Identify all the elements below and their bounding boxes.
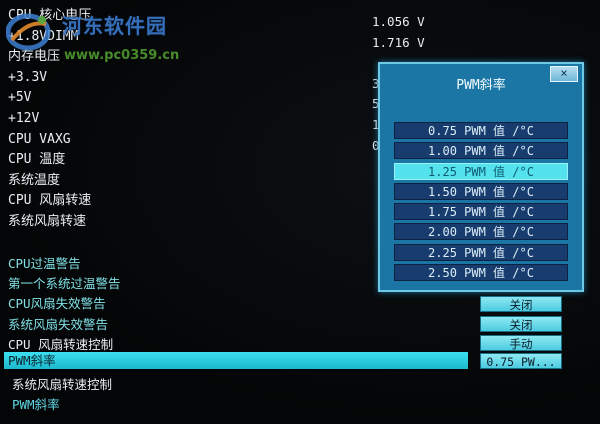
cpu-fan-fail-value[interactable]: 关闭 [480, 296, 562, 312]
label-5v: +5V [8, 90, 32, 106]
pwm-slope-row[interactable]: PWM斜率 [4, 352, 468, 369]
label-cpu-vaxg: CPU VAXG [8, 131, 71, 147]
watermark-url: www.pc0359.cn [64, 48, 180, 63]
value-cpu-core-voltage: 1.056 V [372, 14, 425, 29]
pwm-option[interactable]: 1.50 PWM 值 /°C [394, 182, 568, 200]
pwm-option[interactable]: 2.50 PWM 值 /°C [394, 264, 568, 282]
label-cpu-fan-speed: CPU 风扇转速 [8, 193, 92, 209]
watermark: 河东软件园 www.pc0359.cn [4, 2, 264, 72]
pwm-option[interactable]: 2.25 PWM 值 /°C [394, 243, 568, 261]
label-12v: +12V [8, 110, 40, 126]
bios-screen: CPU 核心电压 +1.8VDIMM 内存电压 +3.3V +5V +12V C… [0, 0, 600, 424]
alert-settings: CPU过温警告 第一个系统过温警告 CPU风扇失效警告 系统风扇失效警告 CPU… [8, 254, 121, 355]
system-fan-fail-alert[interactable]: 系统风扇失效警告 [8, 315, 121, 335]
cpu-overheat-alert[interactable]: CPU过温警告 [8, 254, 121, 274]
value-dimm-voltage: 1.716 V [372, 34, 425, 50]
cpu-fan-fail-alert[interactable]: CPU风扇失效警告 [8, 294, 121, 314]
pwm-option[interactable]: 1.75 PWM 值 /°C [394, 203, 568, 221]
pwm-option[interactable]: 0.75 PWM 值 /°C [394, 122, 568, 139]
pwm-option[interactable]: 1.00 PWM 值 /°C [394, 142, 568, 160]
system-fan-fail-value[interactable]: 关闭 [480, 316, 562, 332]
pwm-slope-dialog: × PWM斜率 0.75 PWM 值 /°C 1.00 PWM 值 /°C 1.… [378, 62, 584, 292]
watermark-title: 河东软件园 [62, 14, 167, 38]
system-pwm-slope[interactable]: PWM斜率 [12, 394, 60, 413]
pwm-option-selected[interactable]: 1.25 PWM 值 /°C [394, 162, 568, 180]
pwm-option-list: 0.75 PWM 值 /°C 1.00 PWM 值 /°C 1.25 PWM 值… [394, 122, 568, 284]
label-cpu-temp: CPU 温度 [8, 152, 66, 168]
pwm-option[interactable]: 2.00 PWM 值 /°C [394, 223, 568, 241]
label-system-fan-speed: 系统风扇转速 [8, 213, 87, 229]
cpu-fan-control-value[interactable]: 手动 [480, 335, 562, 351]
dialog-title: PWM斜率 [456, 78, 506, 93]
site-logo-icon [6, 13, 51, 51]
label-system-temp: 系统温度 [8, 172, 61, 188]
pwm-slope-value[interactable]: 0.75 PW... [480, 353, 562, 369]
system-overheat-alert[interactable]: 第一个系统过温警告 [8, 274, 121, 294]
system-fan-speed-control[interactable]: 系统风扇转速控制 [12, 374, 112, 393]
